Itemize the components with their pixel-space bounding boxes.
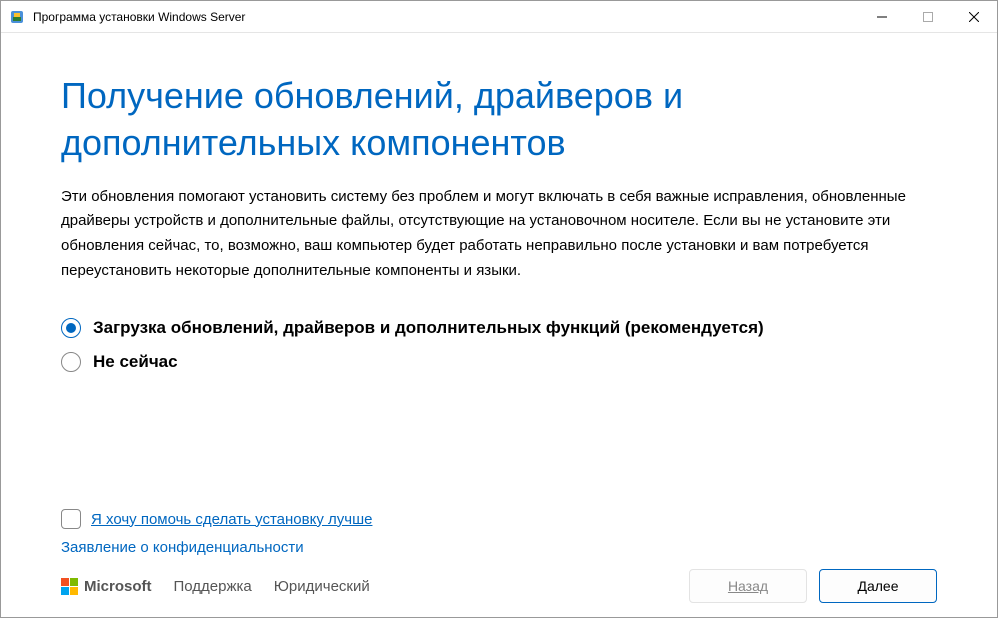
microsoft-logo-icon <box>61 578 78 595</box>
radio-label-not-now: Не сейчас <box>93 352 178 372</box>
content-area: Получение обновлений, драйверов и дополн… <box>1 33 997 617</box>
microsoft-logo: Microsoft <box>61 578 152 595</box>
maximize-button <box>905 1 951 32</box>
help-improve-row: Я хочу помочь сделать установку лучше <box>61 509 937 529</box>
legal-link[interactable]: Юридический <box>274 578 370 595</box>
radio-label-download: Загрузка обновлений, драйверов и дополни… <box>93 318 764 338</box>
radio-download-updates[interactable]: Загрузка обновлений, драйверов и дополни… <box>61 318 937 338</box>
radio-indicator-selected <box>61 318 81 338</box>
help-improve-link[interactable]: Я хочу помочь сделать установку лучше <box>91 511 372 528</box>
window-controls <box>859 1 997 32</box>
radio-dot <box>66 323 76 333</box>
minimize-button[interactable] <box>859 1 905 32</box>
page-description: Эти обновления помогают установить систе… <box>61 185 937 284</box>
help-improve-checkbox[interactable] <box>61 509 81 529</box>
window-title: Программа установки Windows Server <box>33 10 859 24</box>
radio-indicator-unselected <box>61 352 81 372</box>
radio-not-now[interactable]: Не сейчас <box>61 352 937 372</box>
footer: Microsoft Поддержка Юридический Назад Да… <box>61 569 937 603</box>
footer-buttons: Назад Далее <box>689 569 937 603</box>
next-button-label: Далее <box>857 578 898 594</box>
back-button: Назад <box>689 569 807 603</box>
footer-left: Microsoft Поддержка Юридический <box>61 578 370 595</box>
microsoft-label: Microsoft <box>84 578 152 595</box>
update-options-group: Загрузка обновлений, драйверов и дополни… <box>61 318 937 372</box>
next-button[interactable]: Далее <box>819 569 937 603</box>
support-link[interactable]: Поддержка <box>174 578 252 595</box>
page-title: Получение обновлений, драйверов и дополн… <box>61 73 937 167</box>
app-icon <box>9 9 25 25</box>
lower-block: Я хочу помочь сделать установку лучше За… <box>61 509 937 557</box>
titlebar: Программа установки Windows Server <box>1 1 997 33</box>
privacy-statement-link[interactable]: Заявление о конфиденциальности <box>61 539 304 556</box>
close-button[interactable] <box>951 1 997 32</box>
back-button-label: Назад <box>728 578 768 594</box>
